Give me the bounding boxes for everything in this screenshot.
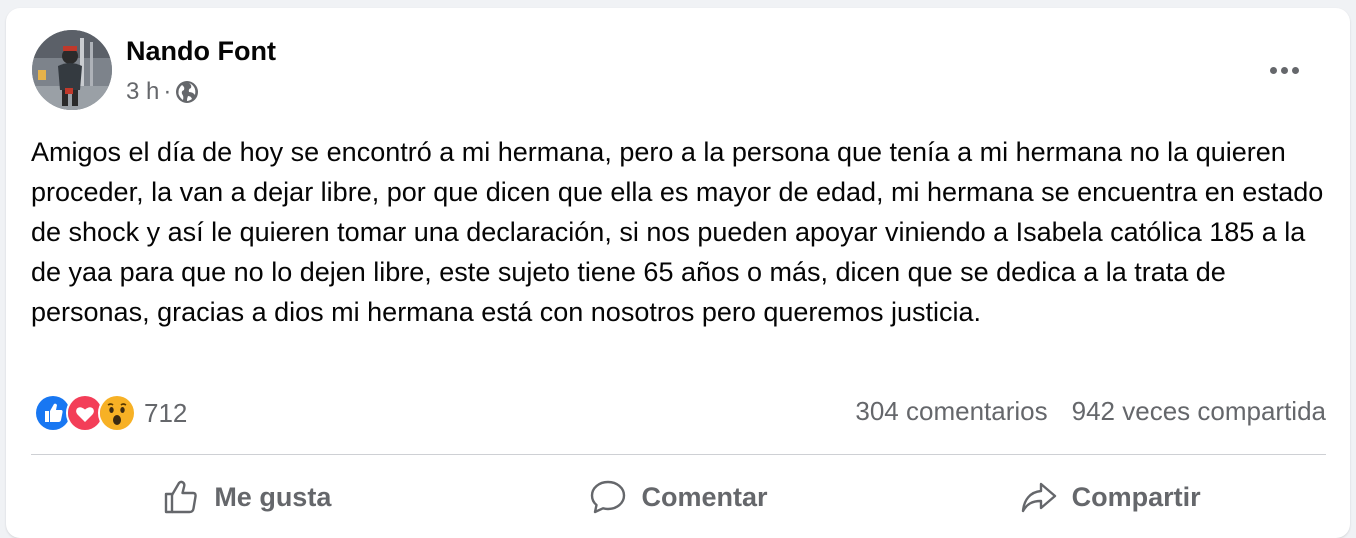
more-options-button[interactable]: [1264, 60, 1304, 80]
share-label: Compartir: [1071, 481, 1201, 512]
comments-count[interactable]: 304 comentarios: [855, 396, 1047, 427]
post-meta: 3 h ·: [126, 78, 199, 106]
thumbs-up-icon: [162, 478, 200, 516]
post-stats: 304 comentarios 942 veces compartida: [855, 396, 1326, 427]
post-card: Nando Font 3 h · Amigos el día de hoy se…: [6, 8, 1350, 538]
avatar[interactable]: [32, 30, 112, 110]
comment-icon: [589, 478, 627, 516]
dot: [1291, 66, 1299, 74]
globe-icon[interactable]: [175, 80, 199, 104]
share-icon: [1020, 478, 1058, 516]
meta-separator: ·: [163, 78, 172, 105]
action-bar: Me gusta Comentar Compartir: [31, 464, 1326, 530]
like-label: Me gusta: [214, 481, 332, 512]
post-time[interactable]: 3 h: [126, 78, 159, 106]
reactions-summary[interactable]: 712: [34, 394, 187, 432]
divider: [31, 454, 1326, 455]
post-text: Amigos el día de hoy se encontró a mi he…: [31, 137, 1324, 327]
comment-button[interactable]: Comentar: [463, 464, 895, 530]
like-button[interactable]: Me gusta: [31, 464, 463, 530]
share-button[interactable]: Compartir: [894, 464, 1326, 530]
comment-label: Comentar: [641, 481, 768, 512]
author-name[interactable]: Nando Font: [126, 36, 276, 67]
shares-count[interactable]: 942 veces compartida: [1072, 396, 1326, 427]
dot: [1280, 66, 1288, 74]
wow-icon: [98, 394, 136, 432]
reactions-count: 712: [144, 397, 188, 428]
dot: [1269, 66, 1277, 74]
